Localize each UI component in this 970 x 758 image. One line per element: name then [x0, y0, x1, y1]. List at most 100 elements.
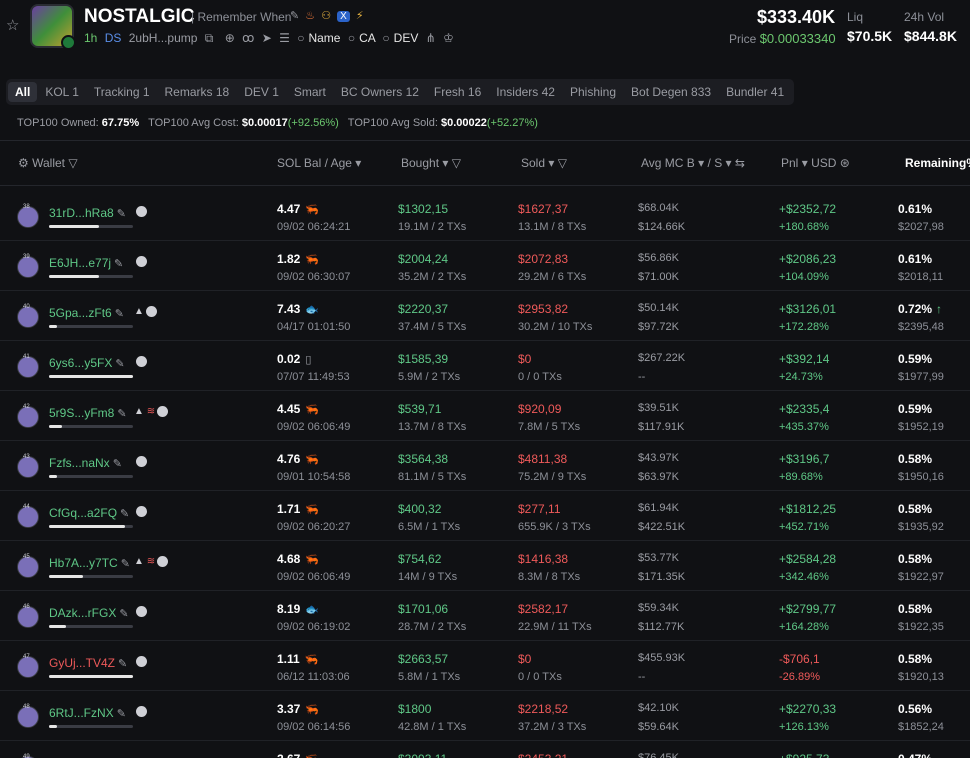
menu-circle-icon[interactable] — [157, 406, 169, 417]
sort-icon[interactable]: ▾ — [698, 156, 704, 170]
wallet-address[interactable]: CfGq...a2FQ ✎ — [49, 506, 129, 520]
wallet-address[interactable]: Fzfs...naNx ✎ — [49, 456, 122, 470]
tab-item[interactable]: Insiders 42 — [489, 82, 562, 102]
menu-circle-icon[interactable] — [157, 556, 169, 567]
wallet-address[interactable]: Hb7A...y7TC ✎ — [49, 556, 130, 570]
avatar[interactable]: 39 — [17, 254, 39, 278]
col-pnl[interactable]: Pnl ▾ USD ⊛ — [781, 156, 850, 170]
wallet-address[interactable]: 5r9S...yFm8 ✎ — [49, 406, 127, 420]
sort-icon[interactable]: ▾ — [802, 156, 808, 170]
table-row[interactable]: 38 31rD...hRa8 ✎ 4.47 🦐 09/02 06:24:21 $13… — [0, 191, 970, 241]
table-row[interactable]: 43 Fzfs...naNx ✎ 4.76 🦐 09/01 10:54:58 $35… — [0, 441, 970, 491]
wallet-address[interactable]: 6RtJ...FzNX ✎ — [49, 706, 126, 720]
wallet-address[interactable]: DAzk...rFGX ✎ — [49, 606, 129, 620]
filter-icon[interactable]: ▽ — [452, 156, 461, 170]
avatar[interactable]: 41 — [17, 354, 39, 378]
wallet-address-text[interactable]: CfGq...a2FQ — [49, 506, 117, 520]
menu-circle-icon[interactable] — [145, 306, 157, 317]
share-icon[interactable]: ⋔ — [426, 31, 436, 45]
avatar[interactable]: 47 — [17, 654, 39, 678]
menu-circle-icon[interactable]: ☰ — [279, 31, 290, 45]
edit-icon[interactable]: ✎ — [114, 258, 123, 270]
wallet-address[interactable]: 31rD...hRa8 ✎ — [49, 206, 126, 220]
wallet-address[interactable]: GyUj...TV4Z ✎ — [49, 656, 127, 670]
wallet-address-text[interactable]: 31rD...hRa8 — [49, 206, 114, 220]
wallet-address-text[interactable]: 6RtJ...FzNX — [49, 706, 114, 720]
tab-item[interactable]: Fresh 16 — [427, 82, 488, 102]
menu-circle-icon[interactable] — [136, 356, 147, 367]
wallet-address[interactable]: 5Gpa...zFt6 ✎ — [49, 306, 124, 320]
website-icon[interactable]: ⊕ — [225, 31, 235, 45]
tab-item[interactable]: BC Owners 12 — [334, 82, 426, 102]
sort-icon[interactable]: ▾ — [442, 156, 448, 170]
wallet-address-text[interactable]: E6JH...e77j — [49, 256, 111, 270]
search-name-icon[interactable]: ○ — [297, 31, 304, 45]
menu-circle-icon[interactable] — [136, 206, 147, 217]
avatar[interactable]: 45 — [17, 554, 39, 578]
edit-icon[interactable]: ✎ — [120, 508, 129, 520]
edit-icon[interactable]: ✎ — [117, 408, 126, 420]
tab-item[interactable]: KOL 1 — [38, 82, 86, 102]
table-row[interactable]: 48 6RtJ...FzNX ✎ 3.37 🦐 09/02 06:14:56 $18… — [0, 691, 970, 741]
wallet-address[interactable]: 6ys6...y5FX ✎ — [49, 356, 125, 370]
col-wallet[interactable]: ⚙ Wallet ▽ — [18, 156, 78, 170]
col-sol-age[interactable]: SOL Bal / Age ▾ — [277, 156, 361, 170]
sort-icon[interactable]: ▾ — [548, 156, 554, 170]
tab-item[interactable]: Remarks 18 — [158, 82, 237, 102]
edit-icon[interactable]: ✎ — [113, 458, 122, 470]
edit-icon[interactable]: ✎ — [118, 658, 127, 670]
edit-icon[interactable]: ✎ — [115, 358, 124, 370]
wallet-address-text[interactable]: 6ys6...y5FX — [49, 356, 112, 370]
avatar[interactable]: 38 — [17, 204, 39, 228]
settings-icon[interactable]: ⚙ — [18, 156, 29, 170]
search-name-label[interactable]: Name — [308, 31, 340, 45]
edit-icon[interactable]: ✎ — [117, 708, 126, 720]
avatar[interactable]: 44 — [17, 504, 39, 528]
menu-circle-icon[interactable] — [136, 706, 147, 717]
favorite-star-icon[interactable]: ☆ — [6, 18, 22, 34]
tab-item[interactable]: DEV 1 — [237, 82, 286, 102]
wallet-address[interactable]: E6JH...e77j ✎ — [49, 256, 123, 270]
edit-icon[interactable]: ✎ — [117, 208, 126, 220]
table-row[interactable]: 46 DAzk...rFGX ✎ 8.19 🐟 09/02 06:19:02 $17… — [0, 591, 970, 641]
search-ca-icon[interactable]: ○ — [348, 31, 355, 45]
tab-item[interactable]: Smart — [287, 82, 333, 102]
menu-circle-icon[interactable] — [136, 456, 147, 467]
menu-circle-icon[interactable] — [136, 656, 147, 667]
community-icon[interactable]: ꝏ — [242, 31, 254, 45]
search-ca-label[interactable]: CA — [359, 31, 375, 45]
col-sold[interactable]: Sold ▾ ▽ — [521, 156, 567, 170]
table-row[interactable]: 44 CfGq...a2FQ ✎ 1.71 🦐 09/02 06:20:27 $40… — [0, 491, 970, 541]
edit-icon[interactable]: ✎ — [119, 608, 128, 620]
table-row[interactable]: 49 2.67 🦐 $3093,11 $2453,21 $76.45K +$925… — [0, 741, 970, 758]
crown-icon[interactable]: ♔ — [443, 31, 454, 45]
sort-icon[interactable]: ▾ — [726, 156, 732, 170]
col-bought[interactable]: Bought ▾ ▽ — [401, 156, 461, 170]
table-row[interactable]: 40 5Gpa...zFt6 ✎ ▲ 7.43 🐟 04/17 01:01:50 $… — [0, 291, 970, 341]
table-row[interactable]: 47 GyUj...TV4Z ✎ 1.11 🦐 06/12 11:03:06 $26… — [0, 641, 970, 691]
filter-icon[interactable]: ▽ — [558, 156, 567, 170]
tab-item[interactable]: All — [8, 82, 38, 102]
table-row[interactable]: 42 5r9S...yFm8 ✎ ▲ ≋ 4.45 🦐 09/02 06:06:49… — [0, 391, 970, 441]
tab-item[interactable]: Bot Degen 833 — [624, 82, 718, 102]
avatar[interactable]: 43 — [17, 454, 39, 478]
edit-icon[interactable]: ✎ — [121, 558, 130, 570]
token-address[interactable]: 2ubH...pump — [129, 31, 198, 45]
table-row[interactable]: 39 E6JH...e77j ✎ 1.82 🦐 09/02 06:30:07 $20… — [0, 241, 970, 291]
tab-item[interactable]: Tracking 1 — [87, 82, 157, 102]
menu-circle-icon[interactable] — [136, 256, 147, 267]
wallet-address-text[interactable]: DAzk...rFGX — [49, 606, 116, 620]
dexscreener-link[interactable]: DS — [105, 31, 122, 45]
wallet-address-text[interactable]: 5r9S...yFm8 — [49, 406, 114, 420]
sort-icon[interactable]: ▾ — [355, 156, 361, 170]
table-row[interactable]: 45 Hb7A...y7TC ✎ ▲ ≋ 4.68 🦐 09/02 06:06:49… — [0, 541, 970, 591]
search-dev-icon[interactable]: ○ — [382, 31, 389, 45]
menu-circle-icon[interactable] — [136, 606, 147, 617]
wallet-address-text[interactable]: 5Gpa...zFt6 — [49, 306, 112, 320]
col-remaining[interactable]: Remaining% — [905, 156, 970, 170]
wallet-address-text[interactable]: Hb7A...y7TC — [49, 556, 118, 570]
wallet-address-text[interactable]: GyUj...TV4Z — [49, 656, 115, 670]
telegram-icon[interactable]: ➤ — [262, 31, 272, 45]
swap-icon[interactable]: ⇆ — [735, 156, 745, 170]
edit-icon[interactable]: ✎ — [290, 10, 299, 22]
